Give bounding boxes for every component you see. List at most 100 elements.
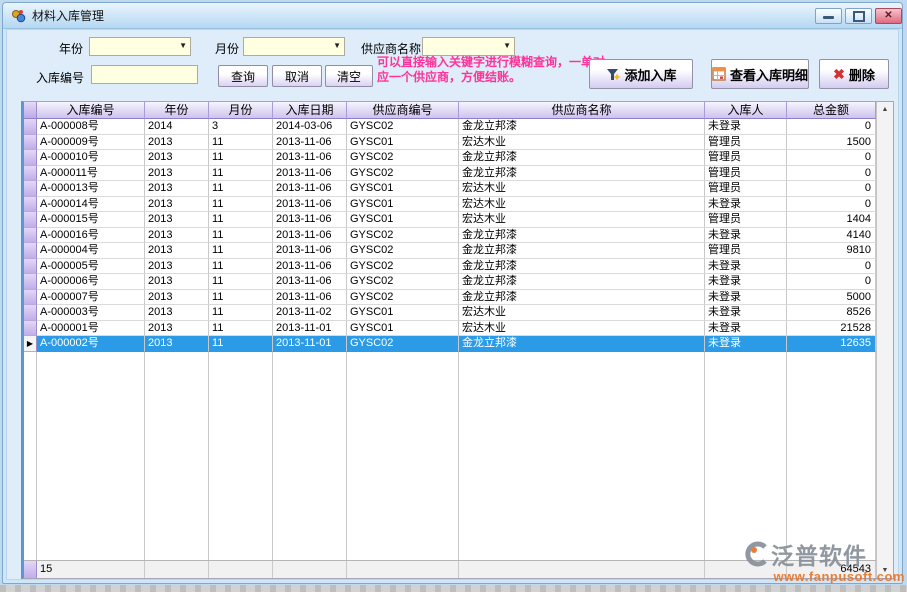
table-row[interactable]: A-000006号2013112013-11-06GYSC02金龙立邦漆未登录0 (24, 274, 876, 290)
column-header[interactable]: 供应商编号 (347, 102, 459, 119)
table-cell: A-000008号 (37, 119, 145, 135)
table-cell: GYSC02 (347, 166, 459, 182)
scroll-up-icon[interactable]: ▲ (882, 102, 889, 117)
fuzzy-search-hint: 可以直接输入关键字进行模糊查询，一单对 应一个供应商，方便结账。 (377, 55, 605, 85)
filler-cell (787, 352, 876, 561)
filler-cell (705, 352, 787, 561)
table-cell: GYSC01 (347, 135, 459, 151)
table-cell: 2013 (145, 336, 209, 352)
table-cell: 11 (209, 181, 273, 197)
table-cell: 2013-11-01 (273, 321, 347, 337)
table-row[interactable]: A-000015号2013112013-11-06GYSC01宏达木业管理员14… (24, 212, 876, 228)
table-cell: 未登录 (705, 119, 787, 135)
table-cell: 5000 (787, 290, 876, 306)
view-detail-button[interactable]: 查看入库明细 (711, 59, 809, 89)
table-cell: 1500 (787, 135, 876, 151)
titlebar[interactable]: 材料入库管理 ✕ (3, 3, 902, 29)
column-header[interactable]: 年份 (145, 102, 209, 119)
column-header[interactable]: 入库编号 (37, 102, 145, 119)
supplier-select[interactable]: ▼ (422, 37, 515, 56)
table-row[interactable]: A-000014号2013112013-11-06GYSC01宏达木业未登录0 (24, 197, 876, 213)
table-row[interactable]: A-000009号2013112013-11-06GYSC01宏达木业管理员15… (24, 135, 876, 151)
table-cell: 2013 (145, 135, 209, 151)
row-selector-cell (24, 197, 37, 213)
table-cell: A-000005号 (37, 259, 145, 275)
table-cell: 0 (787, 166, 876, 182)
table-cell: 宏达木业 (459, 181, 705, 197)
table-cell: 21528 (787, 321, 876, 337)
entries-grid: 入库编号年份月份入库日期供应商编号供应商名称入库人总金额 A-000008号20… (21, 101, 894, 579)
table-cell: 9810 (787, 243, 876, 259)
table-cell: 12635 (787, 336, 876, 352)
table-cell: 未登录 (705, 336, 787, 352)
query-button[interactable]: 查询 (218, 65, 268, 87)
table-row[interactable]: A-000011号2013112013-11-06GYSC02金龙立邦漆管理员0 (24, 166, 876, 182)
table-row[interactable]: A-000001号2013112013-11-01GYSC01宏达木业未登录21… (24, 321, 876, 337)
table-cell: 0 (787, 119, 876, 135)
table-cell: 未登录 (705, 259, 787, 275)
table-row[interactable]: A-000016号2013112013-11-06GYSC02金龙立邦漆未登录4… (24, 228, 876, 244)
table-cell: 2013-11-06 (273, 212, 347, 228)
table-cell: 管理员 (705, 135, 787, 151)
table-cell: 未登录 (705, 274, 787, 290)
table-row[interactable]: A-000004号2013112013-11-06GYSC02金龙立邦漆管理员9… (24, 243, 876, 259)
table-cell: 11 (209, 150, 273, 166)
delete-button[interactable]: ✖ 删除 (819, 59, 889, 89)
summary-cell (347, 561, 459, 578)
scroll-down-icon[interactable]: ▼ (882, 563, 889, 578)
table-cell: 2014 (145, 119, 209, 135)
row-selector-cell (24, 135, 37, 151)
table-row[interactable]: A-000008号201432014-03-06GYSC02金龙立邦漆未登录0 (24, 119, 876, 135)
column-header[interactable]: 入库日期 (273, 102, 347, 119)
table-cell: 2013 (145, 259, 209, 275)
close-button[interactable]: ✕ (875, 8, 902, 24)
table-cell: 金龙立邦漆 (459, 336, 705, 352)
minimize-button[interactable] (815, 8, 842, 24)
table-cell: 未登录 (705, 321, 787, 337)
table-row[interactable]: A-000007号2013112013-11-06GYSC02金龙立邦漆未登录5… (24, 290, 876, 306)
table-cell: 宏达木业 (459, 197, 705, 213)
table-cell: 金龙立邦漆 (459, 290, 705, 306)
table-cell: 2013 (145, 243, 209, 259)
maximize-icon (853, 11, 865, 22)
table-cell: 2013 (145, 197, 209, 213)
table-cell: 2013-11-06 (273, 166, 347, 182)
window-title: 材料入库管理 (32, 7, 104, 24)
add-entry-button[interactable]: 添加入库 (589, 59, 693, 89)
grid-header: 入库编号年份月份入库日期供应商编号供应商名称入库人总金额 (24, 102, 876, 119)
column-header[interactable]: 入库人 (705, 102, 787, 119)
vertical-scrollbar[interactable]: ▲ ▼ (876, 102, 893, 578)
table-row[interactable]: A-000010号2013112013-11-06GYSC02金龙立邦漆管理员0 (24, 150, 876, 166)
column-header[interactable]: 总金额 (787, 102, 876, 119)
app-icon (11, 8, 26, 23)
month-select[interactable]: ▼ (243, 37, 345, 56)
row-selector-cell (24, 274, 37, 290)
table-cell: 8526 (787, 305, 876, 321)
clear-button[interactable]: 清空 (325, 65, 373, 87)
table-row[interactable]: ▶A-000002号2013112013-11-01GYSC02金龙立邦漆未登录… (24, 336, 876, 352)
entry-no-input[interactable] (91, 65, 198, 84)
table-cell: 未登录 (705, 228, 787, 244)
table-row[interactable]: A-000005号2013112013-11-06GYSC02金龙立邦漆未登录0 (24, 259, 876, 275)
year-select[interactable]: ▼ (89, 37, 191, 56)
table-row[interactable]: A-000013号2013112013-11-06GYSC01宏达木业管理员0 (24, 181, 876, 197)
table-cell: 11 (209, 228, 273, 244)
selector-header-cell[interactable] (24, 102, 37, 119)
table-cell: GYSC01 (347, 321, 459, 337)
table-cell: 11 (209, 305, 273, 321)
maximize-button[interactable] (845, 8, 872, 24)
summary-total: 64543 (787, 561, 876, 578)
table-cell: 2013-11-06 (273, 197, 347, 213)
table-cell: A-000007号 (37, 290, 145, 306)
cancel-button[interactable]: 取消 (272, 65, 322, 87)
column-header[interactable]: 月份 (209, 102, 273, 119)
row-selector-cell (24, 259, 37, 275)
taskbar-sliver (0, 585, 907, 592)
column-header[interactable]: 供应商名称 (459, 102, 705, 119)
month-label: 月份 (215, 40, 239, 57)
table-row[interactable]: A-000003号2013112013-11-02GYSC01宏达木业未登录85… (24, 305, 876, 321)
chevron-down-icon: ▼ (333, 42, 341, 50)
table-cell: 2013 (145, 305, 209, 321)
table-cell: A-000006号 (37, 274, 145, 290)
table-cell: GYSC02 (347, 259, 459, 275)
